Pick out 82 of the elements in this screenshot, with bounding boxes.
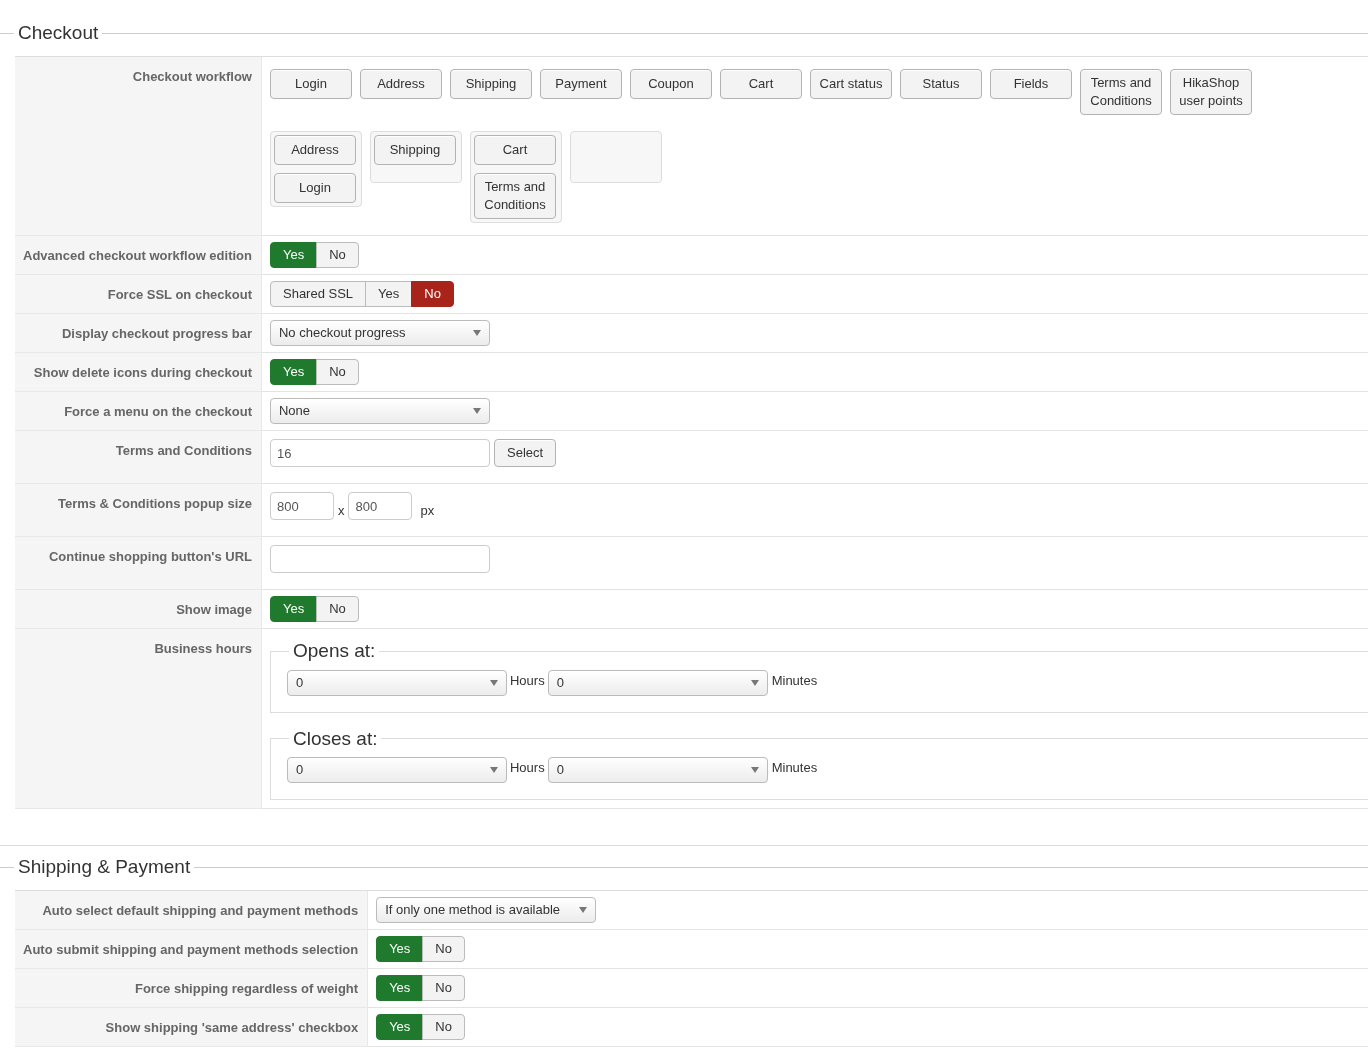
dropdown-value: No checkout progress	[279, 324, 406, 343]
dropdown-value: If only one method is available	[385, 901, 561, 920]
caret-icon	[750, 679, 759, 686]
workflow-step-button[interactable]: Fields	[990, 69, 1072, 99]
workflow-step-button[interactable]: Terms and Conditions	[1080, 69, 1162, 115]
caret-icon	[490, 679, 498, 686]
setting-label-cell: Checkout workflow	[15, 57, 262, 236]
dropdown[interactable]: 0	[547, 669, 768, 696]
dropdown-value: 0	[296, 761, 304, 780]
setting-label-cell: Force SSL on checkout	[15, 275, 262, 314]
workflow-step-button[interactable]: Coupon	[630, 69, 712, 99]
minutes-label: Minutes	[771, 759, 818, 778]
toggle-option[interactable]: No	[316, 596, 359, 622]
toggle-option[interactable]: No	[422, 936, 465, 962]
minutes-label: Minutes	[771, 671, 818, 690]
caret-icon	[473, 330, 481, 336]
toggle-option[interactable]: Shared SSL	[270, 281, 367, 307]
workflow-step-button[interactable]: Cart status	[810, 69, 892, 99]
setting-label-cell: Show image	[15, 590, 262, 629]
toggle-option[interactable]: Yes	[270, 359, 318, 385]
workflow-step-button[interactable]: Shipping	[450, 69, 532, 99]
caret-icon	[490, 767, 498, 773]
caret-icon	[579, 907, 588, 913]
setting-label-cell: Terms and Conditions	[15, 431, 262, 484]
toggle-option[interactable]: No	[422, 975, 465, 1001]
workflow-step-button[interactable]: HikaShop user points	[1170, 69, 1252, 115]
dropdown-value: None	[279, 402, 311, 421]
toggle-option[interactable]: No	[316, 359, 359, 385]
workflow-step-button[interactable]: Cart	[720, 69, 802, 99]
toggle-option[interactable]: No	[411, 281, 454, 307]
toggle-option[interactable]: Yes	[376, 1014, 424, 1040]
workflow-step-button[interactable]: Status	[900, 69, 982, 99]
height-field[interactable]: 800	[348, 492, 413, 520]
dropdown[interactable]: 0	[547, 757, 768, 783]
dropdown[interactable]: No checkout progress	[270, 320, 490, 346]
dropdown-value: 0	[556, 761, 564, 780]
caret-icon	[473, 408, 481, 414]
hours-label: Hours	[510, 671, 545, 690]
toggle-option[interactable]: Yes	[376, 936, 424, 962]
workflow-step-button[interactable]: Address	[274, 135, 356, 165]
dropdown-value: 0	[296, 673, 304, 692]
dropdown-value: 0	[556, 673, 564, 692]
select-button[interactable]: Select	[494, 439, 557, 467]
workflow-step-button[interactable]: Address	[360, 69, 442, 99]
setting-label-cell: Auto submit shipping and payment methods selection	[15, 930, 369, 969]
setting-label-cell: Terms & Conditions popup size	[15, 484, 262, 537]
toggle-option[interactable]: Yes	[376, 975, 424, 1001]
toggle-option[interactable]: Yes	[365, 281, 413, 307]
workflow-step-button[interactable]: Login	[270, 69, 352, 99]
setting-label-cell: Continue shopping button's URL	[15, 537, 262, 590]
setting-label-cell: Force shipping regardless of weight	[15, 969, 369, 1008]
width-field[interactable]: 800	[270, 492, 334, 520]
dropdown[interactable]: If only one method is available	[376, 897, 597, 923]
dropdown[interactable]: None	[270, 398, 490, 424]
dropdown[interactable]: 0	[287, 669, 507, 696]
hours-label: Hours	[510, 759, 545, 778]
fieldset-legend: Opens at:	[289, 637, 380, 666]
fieldset-legend: Closes at:	[289, 724, 382, 753]
setting-label-cell: Auto select default shipping and payment methods	[15, 891, 369, 930]
times-sign: x	[338, 501, 345, 520]
text-field[interactable]: 16	[270, 439, 490, 467]
setting-label-cell: Force a menu on the checkout	[15, 392, 262, 431]
setting-label-cell: Business hours	[15, 629, 262, 809]
workflow-step-button[interactable]: Cart	[474, 135, 556, 165]
setting-label-cell: Show shipping 'same address' checkbox	[15, 1008, 369, 1047]
workflow-step-button[interactable]: Shipping	[374, 135, 456, 165]
section-title: Checkout	[17, 21, 100, 45]
workflow-step-button[interactable]: Payment	[540, 69, 622, 99]
setting-label-cell: Display checkout progress bar	[15, 314, 262, 353]
caret-icon	[750, 767, 759, 773]
workflow-step-button[interactable]: Login	[274, 173, 356, 203]
url-field[interactable]	[270, 545, 490, 573]
setting-label-cell: Advanced checkout workflow edition	[15, 236, 262, 275]
toggle-option[interactable]: No	[316, 242, 359, 268]
toggle-option[interactable]: Yes	[270, 596, 318, 622]
section-title: Shipping & Payment	[17, 855, 192, 879]
toggle-option[interactable]: No	[422, 1014, 465, 1040]
dropdown[interactable]: 0	[287, 757, 507, 783]
workflow-step-button[interactable]: Terms and Conditions	[474, 173, 556, 219]
toggle-option[interactable]: Yes	[270, 242, 318, 268]
unit-label: px	[420, 501, 435, 520]
setting-label-cell: Show delete icons during checkout	[15, 353, 262, 392]
